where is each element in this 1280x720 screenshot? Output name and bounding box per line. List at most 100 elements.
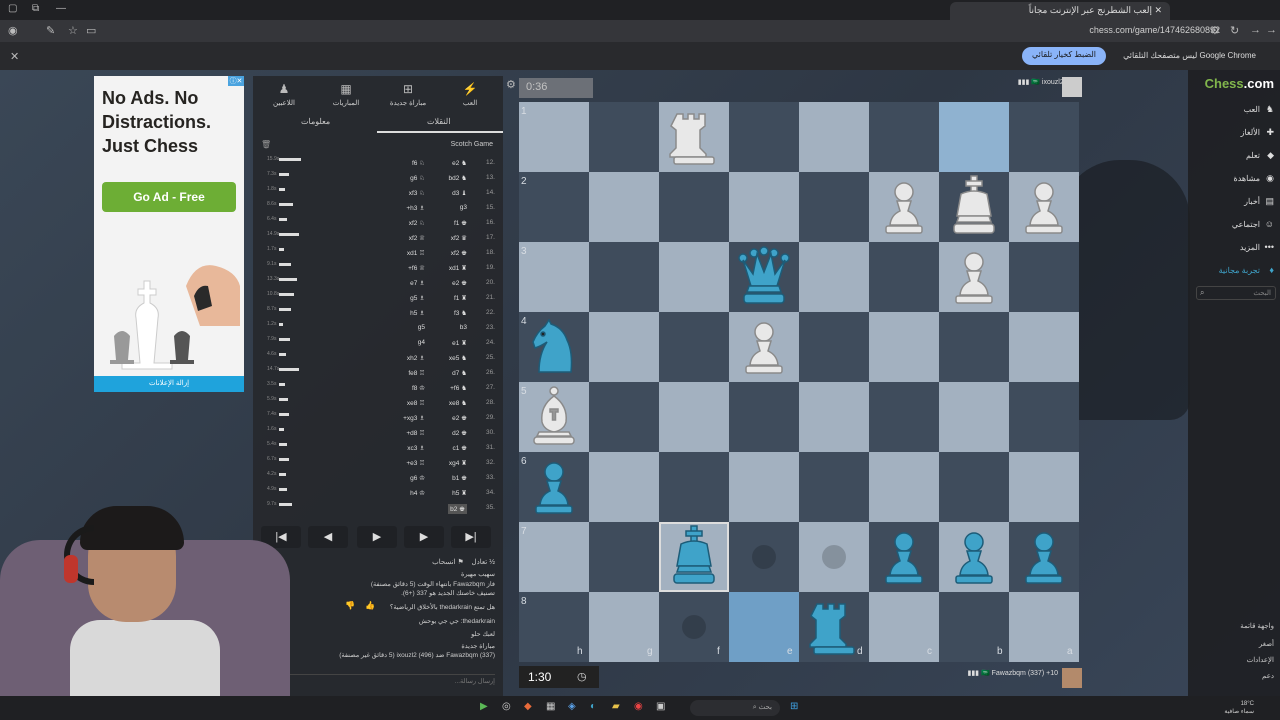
black-move[interactable]: +xg3 ♗ <box>403 414 425 422</box>
play-app-icon[interactable]: ▶ <box>480 701 488 712</box>
white-move[interactable]: e1 ♜ <box>452 339 467 347</box>
ad-banner[interactable]: ⓘ✕ No Ads. No Distractions. Just Chess G… <box>94 76 244 392</box>
white-move[interactable]: bd2 ♞ <box>449 174 467 182</box>
board-square[interactable] <box>589 452 659 522</box>
white-move[interactable]: b3 <box>460 324 467 331</box>
board-square[interactable] <box>659 312 729 382</box>
black-move[interactable]: f6 ♘ <box>412 159 425 167</box>
white-king-piece[interactable] <box>939 172 1009 242</box>
cast-icon[interactable]: ▭ <box>86 24 96 37</box>
folder-icon[interactable]: ▰ <box>612 701 620 712</box>
sidebar-item-learn[interactable]: ◆ تعلم <box>1246 150 1274 161</box>
white-move[interactable]: d3 ♝ <box>452 189 467 197</box>
collapse-button[interactable]: أصغر <box>1259 640 1274 648</box>
opponent-avatar[interactable] <box>1062 77 1082 97</box>
board-square[interactable] <box>729 172 799 242</box>
thumbs-down-icon[interactable]: 👎 <box>345 601 355 610</box>
white-pawn-piece[interactable] <box>869 172 939 242</box>
white-move[interactable]: e2 ♚ <box>452 279 467 287</box>
ad-close-icon[interactable]: ⓘ✕ <box>228 76 244 86</box>
move-row[interactable]: 30. d2 ♚ +d8 ♖ 1.6s <box>253 426 503 441</box>
sidebar-item-watch[interactable]: ◉ مشاهدة <box>1234 173 1274 184</box>
tab-info[interactable]: معلومات <box>301 117 330 126</box>
blue-king-piece[interactable] <box>659 522 729 592</box>
board-square[interactable] <box>799 452 869 522</box>
board-square[interactable] <box>729 452 799 522</box>
board-square[interactable] <box>659 242 729 312</box>
board-square[interactable] <box>1009 312 1079 382</box>
play-button[interactable]: ▶ <box>357 526 397 548</box>
move-row[interactable]: 25. xe5 ♞ xh2 ♗ 4.6s <box>253 351 503 366</box>
move-row[interactable]: 21. f1 ♜ g5 ♗ 10.8s <box>253 291 503 306</box>
thumbs-up-icon[interactable]: 👍 <box>365 601 375 610</box>
draw-button[interactable]: ½ تعادل <box>472 559 495 566</box>
white-move[interactable]: c1 ♚ <box>453 444 468 452</box>
next-move-button[interactable]: ▶ <box>404 526 444 548</box>
move-row[interactable]: 33. b1 ♚ g6 ♔ 4.2s <box>253 471 503 486</box>
window-menu-icon[interactable]: ▢ <box>8 3 17 14</box>
black-move[interactable]: xd1 ♖ <box>407 249 425 257</box>
white-move[interactable]: b2 ♚ <box>448 504 467 514</box>
set-default-button[interactable]: الضبط كخيار تلقائي <box>1022 47 1106 65</box>
black-move[interactable]: +d8 ♖ <box>406 429 425 437</box>
extension-icon[interactable]: ✎ <box>46 24 55 37</box>
white-move[interactable]: xe8 ♞ <box>449 399 467 407</box>
board-square[interactable] <box>589 522 659 592</box>
sidebar-item-news[interactable]: ▤ أخبار <box>1244 196 1274 207</box>
black-move[interactable]: xf3 ♘ <box>409 189 425 197</box>
move-row[interactable]: 19. xd1 ♜ +f6 ♕ 9.1s <box>253 261 503 276</box>
move-row[interactable]: 34. h5 ♜ h4 ♔ 4.9s <box>253 486 503 501</box>
move-row[interactable]: 18. xf2 ♚ xd1 ♖ 1.7s <box>253 246 503 261</box>
chat-input[interactable]: إرسال رسالة... <box>261 674 495 688</box>
restore-icon[interactable]: ⧉ <box>32 3 39 14</box>
black-move[interactable]: fe8 ♖ <box>408 369 425 377</box>
black-move[interactable]: h5 ♗ <box>410 309 425 317</box>
white-move[interactable]: d7 ♞ <box>452 369 467 377</box>
dark-mode-toggle[interactable]: واجهة قاتمة <box>1240 622 1274 630</box>
browser-tab[interactable]: ✕ إلعب الشطرنج عبر الإنترنت مجاناً <box>950 2 1170 20</box>
move-hint-dot[interactable] <box>682 615 706 639</box>
weather-widget[interactable]: 18°C سماء صافية <box>1224 700 1254 716</box>
white-move[interactable]: b1 ♚ <box>452 474 467 482</box>
white-move[interactable]: h5 ♜ <box>452 489 467 497</box>
move-row[interactable]: 20. e2 ♚ e7 ♗ 13.3s <box>253 276 503 291</box>
reload-icon[interactable]: ↻ <box>1230 24 1239 37</box>
move-row[interactable]: 16. f1 ♚ xf2 ♘ 6.4s <box>253 216 503 231</box>
white-pawn-piece[interactable] <box>939 242 1009 312</box>
board-square[interactable] <box>799 102 869 172</box>
board-square[interactable] <box>589 382 659 452</box>
tab-games[interactable]: ▦ المباريات <box>321 82 371 107</box>
go-ad-free-button[interactable]: Go Ad - Free <box>102 182 236 212</box>
white-move[interactable]: xf2 ♚ <box>451 249 467 257</box>
black-move[interactable]: xf2 ♕ <box>409 234 425 242</box>
white-move[interactable]: d2 ♚ <box>452 429 467 437</box>
tab-moves[interactable]: النقلات <box>427 117 450 126</box>
board-square[interactable] <box>869 452 939 522</box>
calculator-icon[interactable]: ▦ <box>546 701 555 712</box>
forward-icon[interactable]: → <box>1250 24 1261 36</box>
board-square[interactable] <box>939 102 1009 172</box>
black-move[interactable]: g4 <box>418 339 425 346</box>
move-row[interactable]: 17. xf2 ♛ xf2 ♕ 14.9s <box>253 231 503 246</box>
board-square[interactable] <box>1009 102 1079 172</box>
white-move[interactable]: xf2 ♛ <box>451 234 467 242</box>
board-square[interactable] <box>519 242 589 312</box>
blue-rook-piece[interactable] <box>799 592 869 662</box>
sidebar-item-more[interactable]: ••• المزيد <box>1240 242 1274 252</box>
move-row[interactable]: 14. d3 ♝ xf3 ♘ 1.8s <box>253 186 503 201</box>
board-square[interactable] <box>589 242 659 312</box>
move-row[interactable]: 24. e1 ♜ g4 7.9s <box>253 336 503 351</box>
remove-ads-link[interactable]: إزالة الإعلانات <box>94 376 244 392</box>
blue-queen-piece[interactable] <box>729 242 799 312</box>
black-move[interactable]: h4 ♔ <box>410 489 425 497</box>
app-icon[interactable]: ◈ <box>568 701 576 712</box>
black-move[interactable]: xc3 ♗ <box>407 444 425 452</box>
white-pawn-piece[interactable] <box>729 312 799 382</box>
blue-pawn-piece[interactable] <box>869 522 939 592</box>
chrome-icon[interactable]: ◉ <box>634 701 643 712</box>
board-square[interactable] <box>869 312 939 382</box>
white-bishop-piece[interactable] <box>519 382 589 452</box>
move-row[interactable]: 32. xg4 ♜ +e3 ♖ 6.7s <box>253 456 503 471</box>
black-move[interactable]: +f6 ♕ <box>408 264 425 272</box>
move-hint-dot[interactable] <box>822 545 846 569</box>
